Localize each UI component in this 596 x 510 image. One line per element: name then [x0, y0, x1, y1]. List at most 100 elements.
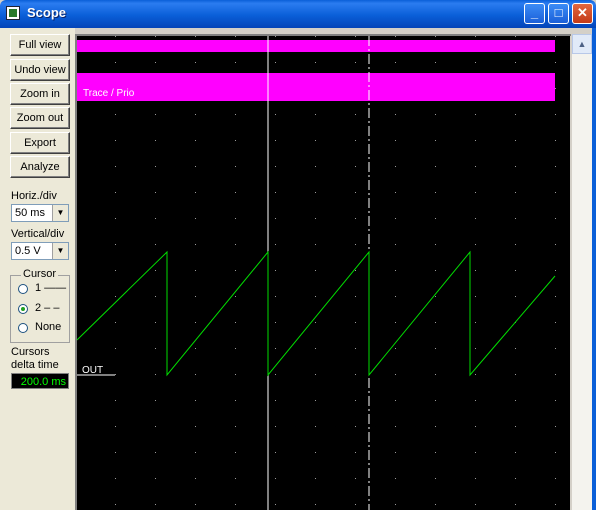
cursor-none-label: None	[35, 321, 62, 333]
grid-dot	[395, 36, 396, 37]
grid-dot	[155, 374, 156, 375]
grid-dot	[435, 504, 436, 505]
undo-view-button[interactable]: Undo view	[10, 59, 70, 81]
grid-dot	[475, 478, 476, 479]
cursor-2-radio[interactable]	[18, 304, 28, 314]
grid-dot	[235, 270, 236, 271]
grid-dot	[115, 192, 116, 193]
grid-dot	[475, 400, 476, 401]
grid-dot	[555, 322, 556, 323]
grid-dot	[475, 62, 476, 63]
grid-dot	[115, 62, 116, 63]
grid-dot	[355, 192, 356, 193]
waveform-canvas: Trace / Prio OUT	[77, 36, 556, 510]
export-button[interactable]: Export	[10, 132, 70, 154]
grid-dot	[355, 140, 356, 141]
grid-dot	[395, 166, 396, 167]
grid-dot	[435, 348, 436, 349]
grid-dot	[155, 140, 156, 141]
grid-dot	[555, 504, 556, 505]
grid-dot	[275, 192, 276, 193]
horiz-div-select[interactable]: 50 ms ▼	[11, 204, 69, 222]
scope-display[interactable]: Trace / Prio OUT	[77, 36, 570, 510]
grid-dot	[155, 218, 156, 219]
grid-dot	[475, 218, 476, 219]
grid-dot	[395, 296, 396, 297]
trace-prio-label: Trace / Prio	[83, 88, 135, 99]
grid-dot	[395, 140, 396, 141]
cursor-1-radio[interactable]	[18, 284, 28, 294]
grid-dot	[155, 296, 156, 297]
grid-dot	[275, 114, 276, 115]
grid-dot	[235, 504, 236, 505]
minimize-button[interactable]: _	[524, 3, 545, 24]
grid-dot	[195, 504, 196, 505]
grid-dot	[315, 374, 316, 375]
close-button[interactable]: ✕	[572, 3, 593, 24]
grid-dot	[115, 426, 116, 427]
delta-time-label: delta time	[11, 359, 59, 371]
grid-dot	[435, 140, 436, 141]
vertical-div-select[interactable]: 0.5 V ▼	[11, 242, 69, 260]
grid-dot	[275, 36, 276, 37]
grid-dot	[195, 244, 196, 245]
grid-dot	[315, 296, 316, 297]
grid-dot	[355, 62, 356, 63]
grid-dot	[195, 114, 196, 115]
cursor-none-radio[interactable]	[18, 323, 28, 333]
grid-dot	[555, 244, 556, 245]
grid-dot	[155, 166, 156, 167]
grid-dot	[475, 322, 476, 323]
grid-dot	[555, 36, 556, 37]
grid-dot	[155, 62, 156, 63]
window-title: Scope	[27, 5, 67, 20]
zoom-in-button[interactable]: Zoom in	[10, 83, 70, 105]
grid-dot	[115, 218, 116, 219]
grid-dot	[155, 114, 156, 115]
grid-dot	[435, 36, 436, 37]
grid-dot	[515, 140, 516, 141]
full-view-button[interactable]: Full view	[10, 34, 70, 56]
grid-dot	[235, 36, 236, 37]
grid-dot	[235, 192, 236, 193]
grid-dot	[355, 270, 356, 271]
grid-dot	[395, 426, 396, 427]
grid-dot	[395, 244, 396, 245]
grid-dot	[515, 296, 516, 297]
grid-dot	[115, 400, 116, 401]
grid-dot	[435, 400, 436, 401]
grid-dot	[195, 400, 196, 401]
grid-dot	[275, 270, 276, 271]
grid-dot	[435, 452, 436, 453]
grid-dot	[515, 374, 516, 375]
grid-dot	[475, 192, 476, 193]
grid-dot	[555, 426, 556, 427]
zoom-out-button[interactable]: Zoom out	[10, 107, 70, 129]
grid-dot	[235, 374, 236, 375]
grid-dot	[515, 192, 516, 193]
grid-dot	[355, 244, 356, 245]
grid-dot	[475, 452, 476, 453]
maximize-button[interactable]: □	[548, 3, 569, 24]
grid-dot	[435, 426, 436, 427]
grid-dot	[235, 400, 236, 401]
grid-dot	[155, 452, 156, 453]
trace-bar-top	[77, 40, 555, 52]
grid-dot	[115, 244, 116, 245]
grid-dot	[155, 426, 156, 427]
grid-dot	[435, 244, 436, 245]
chevron-down-icon[interactable]: ▼	[52, 243, 68, 259]
scroll-up-icon[interactable]: ▲	[572, 34, 592, 54]
grid-dot	[235, 62, 236, 63]
grid-dot	[195, 322, 196, 323]
grid-dot	[235, 348, 236, 349]
grid-dot	[155, 478, 156, 479]
grid-dot	[235, 478, 236, 479]
vertical-scrollbar[interactable]	[572, 34, 592, 510]
delta-time-readout: 200.0 ms	[11, 373, 69, 389]
chevron-down-icon[interactable]: ▼	[52, 205, 68, 221]
cursor-1-label: 1 ——	[35, 282, 67, 294]
analyze-button[interactable]: Analyze	[10, 156, 70, 178]
grid-dot	[515, 348, 516, 349]
grid-dot	[235, 244, 236, 245]
